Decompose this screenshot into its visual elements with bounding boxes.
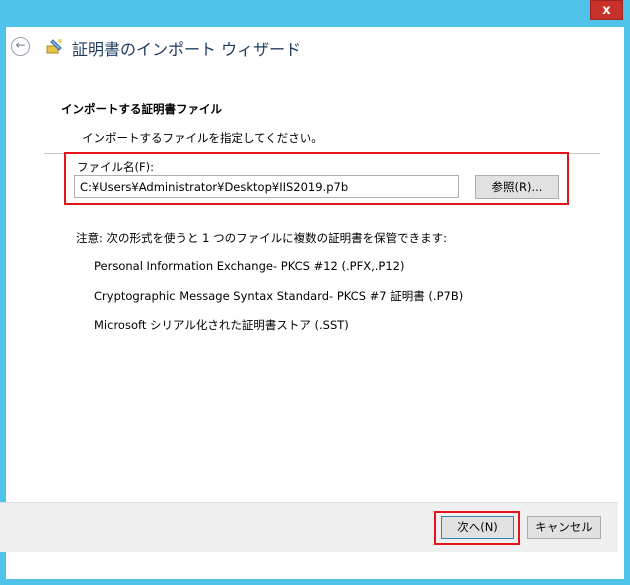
format-item-p7b: Cryptographic Message Syntax Standard- P… [94, 289, 464, 303]
wizard-title: 証明書のインポート ウィザード [72, 40, 302, 59]
certificate-wizard-icon [46, 39, 62, 54]
window-frame: x ← 証明書のインポート ウィザード インポートする証明書ファイル インポート… [0, 0, 630, 585]
browse-button[interactable]: 参照(R)... [475, 175, 559, 199]
close-button[interactable]: x [590, 0, 623, 20]
wizard-footer [0, 502, 618, 552]
section-subtitle: インポートするファイルを指定してください。 [82, 131, 323, 145]
cancel-button[interactable]: キャンセル [527, 516, 601, 539]
section-title: インポートする証明書ファイル [61, 102, 222, 116]
back-arrow-icon[interactable]: ← [11, 37, 30, 56]
format-note: 注意: 次の形式を使うと 1 つのファイルに複数の証明書を保管できます: [76, 231, 448, 245]
format-item-sst: Microsoft シリアル化された証明書ストア (.SST) [94, 318, 349, 332]
format-item-pfx: Personal Information Exchange- PKCS #12 … [94, 259, 405, 273]
title-bar[interactable]: x [0, 0, 630, 26]
wizard-header: ← 証明書のインポート ウィザード [6, 27, 624, 67]
file-name-input[interactable] [74, 175, 459, 198]
file-name-label: ファイル名(F): [77, 160, 154, 174]
next-button[interactable]: 次へ(N) [441, 516, 514, 539]
